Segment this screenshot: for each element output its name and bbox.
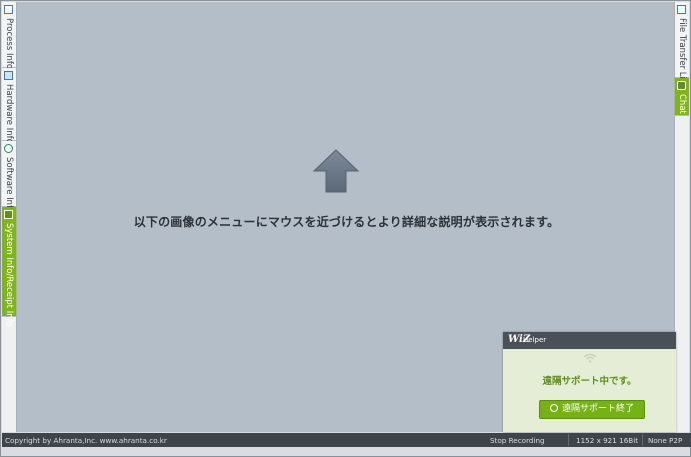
tab-label: Chat xyxy=(677,94,687,114)
tab-hardware-info[interactable]: Hardware Info xyxy=(2,68,16,144)
right-tab-bar: File Transfer List Chat xyxy=(674,2,689,432)
remote-support-window: Process Info Hardware Info Software Info… xyxy=(0,0,691,457)
resolution-text: 1152 x 921 16Bit xyxy=(576,436,639,445)
tab-process-info[interactable]: Process Info xyxy=(2,2,16,70)
wiz-helper-panel: WiZ Helper 遠隔サポート中です。 遠隔サポート終了 xyxy=(503,332,676,432)
connection-wifi-icon xyxy=(583,353,597,363)
end-support-button[interactable]: 遠隔サポート終了 xyxy=(539,400,645,419)
tab-label: System Info/Receipt Info xyxy=(4,223,14,327)
copyright-text: Copyright by Ahranta,Inc. www.ahranta.co… xyxy=(5,436,167,445)
tab-file-transfer-list[interactable]: File Transfer List xyxy=(675,2,689,87)
tab-label: Hardware Info xyxy=(4,84,14,144)
tab-system-info[interactable]: System Info/Receipt Info xyxy=(2,207,16,327)
software-icon xyxy=(4,144,13,153)
end-support-label: 遠隔サポート終了 xyxy=(561,404,634,414)
stop-recording-button[interactable]: Stop Recording xyxy=(490,436,545,445)
left-tab-bar: Process Info Hardware Info Software Info… xyxy=(2,2,17,432)
system-icon xyxy=(4,210,13,219)
tab-label: File Transfer List xyxy=(677,18,687,87)
file-transfer-icon xyxy=(677,5,686,14)
up-arrow-icon xyxy=(313,149,359,193)
tab-chat[interactable]: Chat xyxy=(675,78,689,116)
chat-icon xyxy=(677,81,686,90)
hint-text: 以下の画像のメニューにマウスを近づけるとより詳細な説明が表示されます。 xyxy=(133,215,560,229)
status-divider xyxy=(568,434,569,446)
p2p-status: None P2P xyxy=(648,436,683,445)
status-divider xyxy=(642,434,643,446)
hardware-icon xyxy=(4,71,13,80)
process-icon xyxy=(4,5,13,14)
support-status: 遠隔サポート中です。 xyxy=(542,376,637,387)
tab-software-info[interactable]: Software Info xyxy=(2,141,16,213)
wiz-helper-body: 遠隔サポート中です。 遠隔サポート終了 xyxy=(503,349,676,432)
power-icon xyxy=(549,404,558,412)
tab-label: Software Info xyxy=(4,157,14,214)
wiz-logo-sub: Helper xyxy=(523,336,547,344)
status-bar: Copyright by Ahranta,Inc. www.ahranta.co… xyxy=(2,433,691,447)
tab-label: Process Info xyxy=(4,18,14,70)
wiz-helper-header: WiZ Helper xyxy=(503,332,676,349)
